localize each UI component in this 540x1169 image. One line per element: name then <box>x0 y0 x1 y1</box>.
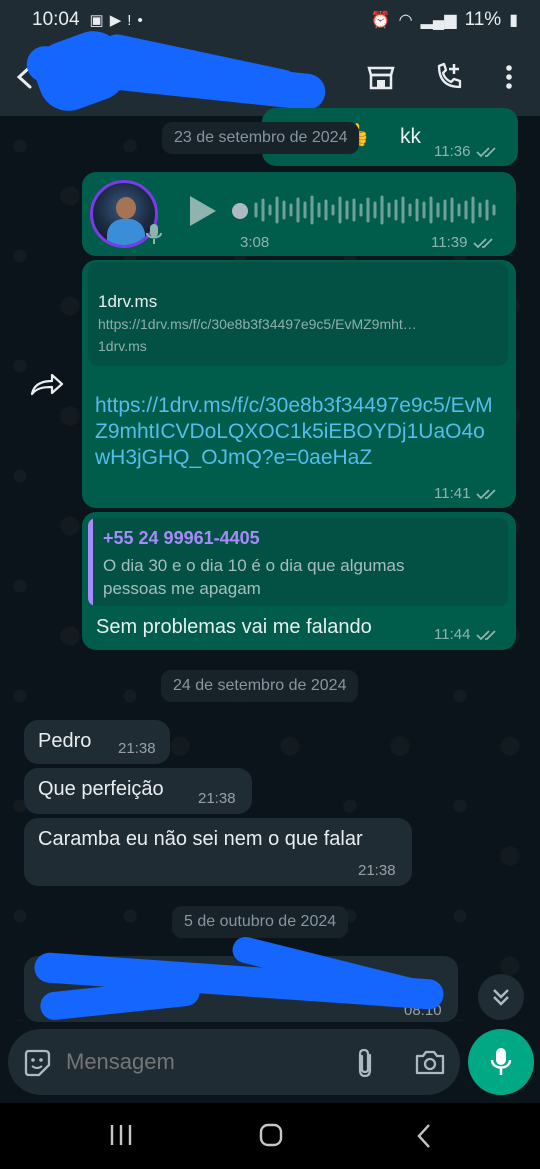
chat-header <box>0 22 540 120</box>
status-time: 10:04 <box>32 9 80 30</box>
quote-text-line-2: pessoas me apagam <box>103 579 261 598</box>
microphone-badge-icon <box>146 224 162 244</box>
message-time: 21:38 <box>118 740 156 757</box>
link-text[interactable]: https://1drv.ms/f/c/30e8b3f34497e9c5/EvM… <box>95 393 495 471</box>
preview-domain: 1drv.ms <box>98 338 147 354</box>
system-nav-bar <box>0 1103 540 1169</box>
date-chip: 23 de setembro de 2024 <box>162 122 360 154</box>
message-time: 11:39 <box>431 234 468 251</box>
battery-icon: ▮ <box>509 12 518 29</box>
signal-icon: ▂▄▆ <box>420 12 457 29</box>
message-time: 21:38 <box>358 862 396 879</box>
incoming-message[interactable]: Pedro 21:38 <box>24 720 170 764</box>
add-call-icon[interactable] <box>432 60 466 94</box>
back-nav-icon[interactable] <box>412 1122 436 1150</box>
home-icon[interactable] <box>258 1122 284 1148</box>
incoming-message[interactable]: Caramba eu não sei nem o que falar 21:38 <box>24 818 412 886</box>
double-check-icon <box>476 488 497 499</box>
message-text: Sem problemas vai me falando <box>96 616 372 638</box>
microphone-icon <box>490 1048 512 1075</box>
voice-message[interactable]: 3:08 11:39 <box>82 172 516 256</box>
store-icon[interactable] <box>364 60 398 94</box>
quoted-message[interactable]: +55 24 99961-4405 O dia 30 e o dia 10 é … <box>88 518 508 606</box>
youtube-notification-icon: ▶ <box>109 12 122 29</box>
chevron-double-down-icon <box>493 989 509 1006</box>
double-check-icon <box>476 146 497 157</box>
audio-duration: 3:08 <box>240 234 270 251</box>
voice-record-button[interactable] <box>468 1029 534 1095</box>
alarm-icon: ⏰ <box>370 12 391 29</box>
forward-icon[interactable] <box>30 372 64 398</box>
play-icon[interactable] <box>186 194 218 228</box>
message-text: Caramba eu não sei nem o que falar <box>38 828 363 850</box>
message-input[interactable] <box>66 1044 326 1080</box>
link-preview[interactable]: 1drv.ms https://1drv.ms/f/c/30e8b3f34497… <box>88 262 508 366</box>
preview-title: 1drv.ms <box>98 292 158 311</box>
message-time: 11:44 <box>434 626 471 643</box>
emoji-sticker-icon[interactable] <box>22 1048 52 1078</box>
message-text: Pedro <box>38 730 92 752</box>
dot-notification-icon: • <box>137 11 143 29</box>
more-options-icon[interactable] <box>492 60 526 94</box>
message-text: kk <box>400 125 421 148</box>
message-text: Que perfeição <box>38 778 164 800</box>
scroll-to-bottom-button[interactable] <box>478 974 524 1020</box>
double-check-icon <box>473 237 494 248</box>
camera-icon[interactable] <box>414 1047 446 1077</box>
message-time: 11:41 <box>434 485 471 502</box>
recent-apps-icon[interactable] <box>108 1123 134 1147</box>
message-composer[interactable] <box>8 1029 460 1095</box>
date-chip: 5 de outubro de 2024 <box>172 906 349 938</box>
wifi-icon: ◠ <box>398 12 413 29</box>
quote-author: +55 24 99961-4405 <box>103 528 260 548</box>
battery-level: 11% <box>464 9 502 30</box>
attach-icon[interactable] <box>352 1047 380 1079</box>
audio-scrubber[interactable] <box>232 203 248 219</box>
date-chip: 24 de setembro de 2024 <box>161 670 359 702</box>
quote-text-line-1: O dia 30 e o dia 10 é o dia que algumas <box>103 556 405 575</box>
gallery-notification-icon: ▣ <box>89 12 104 29</box>
alert-notification-icon: ! <box>127 11 132 29</box>
message-time: 21:38 <box>198 790 236 807</box>
incoming-message[interactable]: Que perfeição 21:38 <box>24 768 252 814</box>
message-time: 11:36 <box>434 143 471 160</box>
preview-url: https://1drv.ms/f/c/30e8b3f34497e9c5/EvM… <box>98 316 417 332</box>
double-check-icon <box>476 629 497 640</box>
audio-waveform[interactable] <box>230 192 500 228</box>
